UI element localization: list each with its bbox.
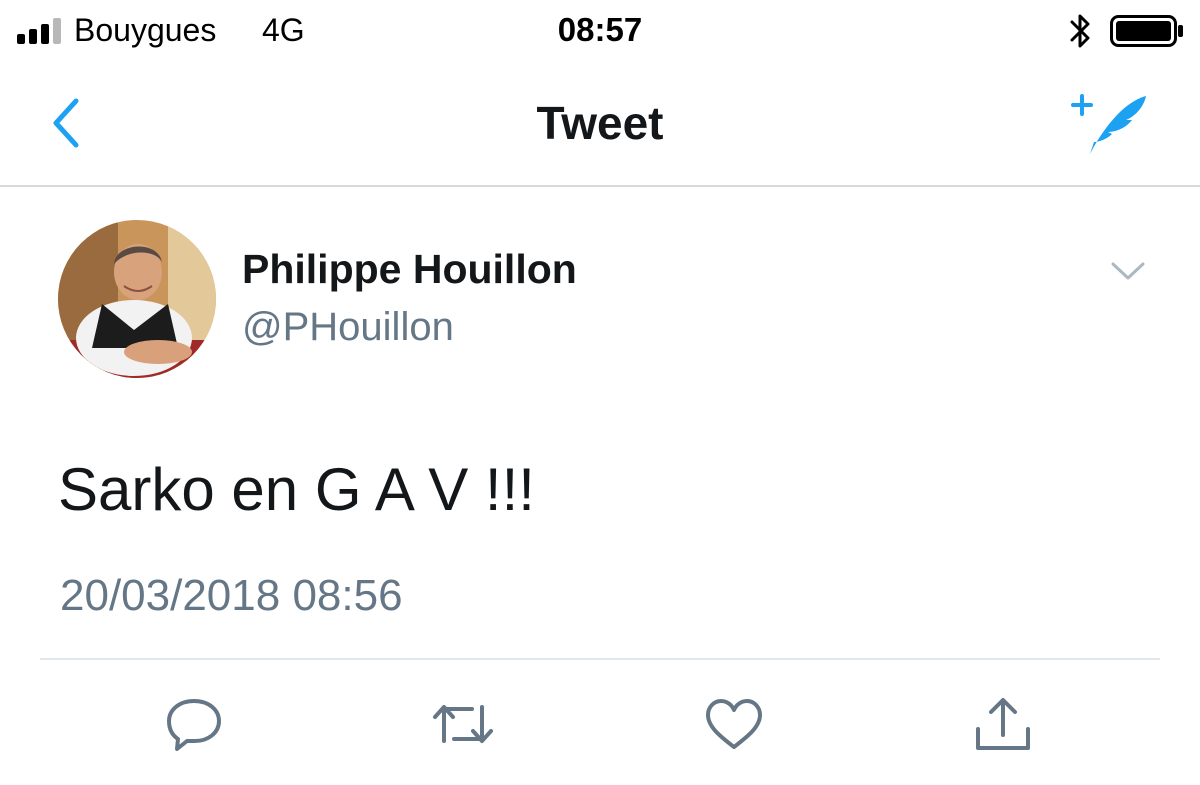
retweet-icon bbox=[433, 705, 493, 743]
battery-icon bbox=[1110, 15, 1183, 47]
reply-icon bbox=[167, 699, 221, 751]
retweet-button[interactable] bbox=[432, 695, 494, 753]
tweet-text: Sarko en G A V !!! bbox=[58, 456, 535, 523]
chevron-down-icon[interactable] bbox=[1110, 258, 1146, 284]
divider bbox=[40, 658, 1160, 660]
share-icon bbox=[976, 698, 1030, 750]
status-bar: Bouygues 4G 08:57 bbox=[0, 0, 1200, 60]
page-title: Tweet bbox=[536, 97, 664, 149]
tweet-timestamp: 20/03/2018 08:56 bbox=[60, 571, 403, 620]
bluetooth-icon bbox=[1070, 14, 1090, 48]
avatar[interactable] bbox=[58, 220, 216, 378]
tweet-detail-screen: Bouygues 4G 08:57 Tweet Philippe Houillo… bbox=[0, 0, 1200, 785]
reply-button[interactable] bbox=[163, 695, 225, 753]
status-time: 08:57 bbox=[557, 11, 643, 48]
author-name[interactable]: Philippe Houillon bbox=[242, 244, 577, 294]
author-handle[interactable]: @PHouillon bbox=[242, 302, 454, 352]
navigation-bar: Tweet bbox=[0, 60, 1200, 187]
compose-tweet-icon[interactable] bbox=[1068, 90, 1150, 156]
like-button[interactable] bbox=[703, 695, 765, 753]
profile-photo bbox=[58, 220, 216, 378]
heart-icon bbox=[706, 699, 762, 749]
share-button[interactable] bbox=[972, 695, 1034, 753]
